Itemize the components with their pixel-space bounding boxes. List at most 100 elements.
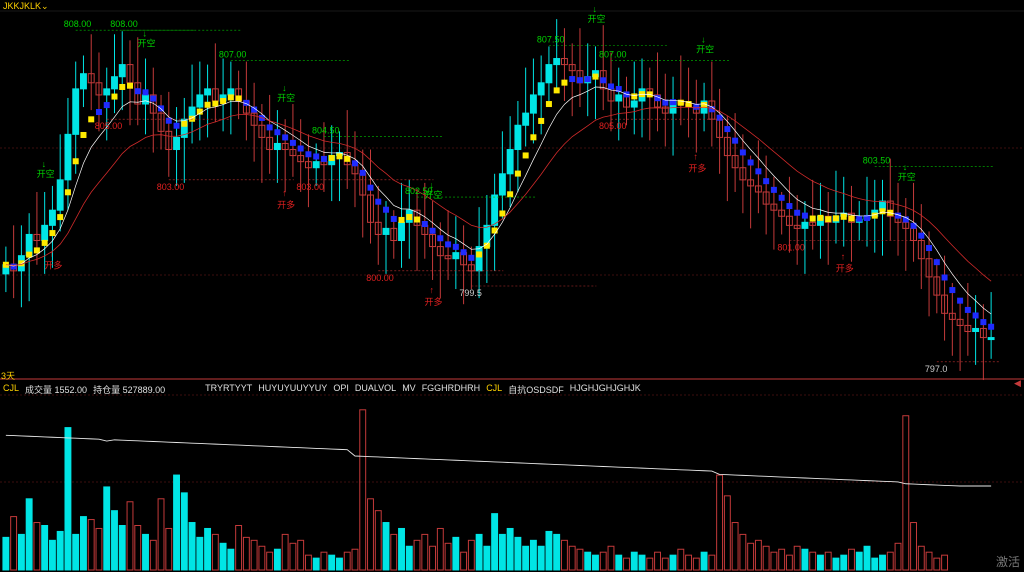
high-price-label: 808.00 <box>64 19 92 29</box>
trend-dot <box>538 117 545 124</box>
volume-bar <box>933 557 941 571</box>
trend-dot <box>103 102 110 109</box>
futures-chart-window[interactable]: 808.00 808.00 807.00 807.50 807.00 804.50 802.… <box>0 0 1024 572</box>
volume-bar <box>483 545 491 571</box>
trend-dot <box>848 215 855 222</box>
trend-dot <box>88 116 95 123</box>
trend-dot <box>142 89 149 96</box>
volume-bar <box>180 492 188 571</box>
trend-dot <box>584 76 591 83</box>
volume-bar <box>863 545 871 571</box>
down-arrow-icon: ↓ <box>701 34 706 44</box>
volume-readout: 成交量 1552.00 <box>25 385 88 395</box>
trend-dot <box>445 241 452 248</box>
trend-dot <box>134 88 141 95</box>
trend-dot <box>181 120 188 127</box>
volume-bar <box>669 554 677 571</box>
trend-dot <box>421 220 428 227</box>
trend-dot <box>297 145 304 152</box>
indicator-toolbar[interactable]: CJL 成交量 1552.00 持仓量 527889.00 TRYRTYYT H… <box>3 383 641 396</box>
indicator-tab[interactable]: HJGHJGHJGHJK <box>570 383 641 396</box>
trend-dot <box>755 168 762 175</box>
volume-bar <box>390 533 398 571</box>
volume-bar <box>103 486 111 571</box>
volume-bar <box>770 551 778 571</box>
symbol-selector[interactable]: JKKJKLK⌄ <box>3 1 49 12</box>
volume-bar <box>258 545 266 571</box>
indicator-tab[interactable]: FGGHRDHRH <box>422 383 481 396</box>
low-price-label: 800.00 <box>366 273 394 283</box>
volume-bar <box>25 498 33 571</box>
trend-dot <box>406 214 413 221</box>
chart-canvas[interactable]: 808.00 808.00807.00807.50807.00804.50802.… <box>0 0 1024 572</box>
indicator-name[interactable]: CJL <box>3 383 19 396</box>
trend-dot <box>305 151 312 158</box>
volume-bar <box>72 533 80 571</box>
volume-bar <box>910 522 917 571</box>
trend-dot <box>561 79 568 86</box>
up-arrow-icon: ↑ <box>693 152 698 162</box>
low-price-label: 805.00 <box>95 121 123 131</box>
volume-bar <box>304 554 312 571</box>
trend-dot <box>832 215 839 222</box>
open-short-signal: 开空 <box>37 168 55 179</box>
trend-dot <box>522 152 529 159</box>
volume-bar <box>630 551 638 571</box>
watermark-text: 激活 <box>995 555 1020 569</box>
trend-dot <box>266 124 273 131</box>
open-long-signal: 开多 <box>836 263 854 274</box>
trend-dot <box>988 323 995 330</box>
high-price-label: 807.50 <box>537 34 565 44</box>
indicator-tab[interactable]: HUYUYUUYYUY <box>258 383 327 396</box>
indicator-tab[interactable]: 自抗OSDSDF <box>508 383 564 396</box>
volume-bar <box>157 498 165 571</box>
indicator-tab[interactable]: OPI <box>333 383 349 396</box>
trend-dot <box>514 170 521 177</box>
trend-dot <box>274 129 281 136</box>
trend-dot <box>173 122 180 129</box>
volume-bar <box>537 545 545 571</box>
trend-dot <box>158 105 165 112</box>
trend-dot <box>763 178 770 185</box>
volume-bar <box>2 536 10 571</box>
indicator-tab-active[interactable]: CJL <box>486 383 502 396</box>
volume-bar <box>211 533 219 571</box>
low-price-label: 803.00 <box>296 182 324 192</box>
trend-dot <box>662 99 669 106</box>
volume-bar <box>498 533 506 571</box>
trend-dot <box>926 245 933 252</box>
candle-body <box>452 252 460 260</box>
up-arrow-icon: ↑ <box>49 249 54 259</box>
volume-bar <box>398 527 405 571</box>
indicator-tab[interactable]: TRYRTYYT <box>205 383 252 396</box>
volume-bar <box>778 548 786 571</box>
high-price-label: 808.00 <box>110 19 138 29</box>
volume-bar <box>654 551 661 571</box>
volume-bar <box>33 522 41 571</box>
candle-body <box>103 88 111 96</box>
candle-body <box>173 136 180 151</box>
symbol-label: JKKJKLK <box>3 1 42 11</box>
volume-bar <box>56 530 64 571</box>
up-arrow-icon: ↑ <box>430 285 435 295</box>
volume-bar <box>599 551 607 571</box>
trend-dot <box>95 109 102 116</box>
low-price-label: 799.5 <box>459 288 482 298</box>
volume-bar <box>436 527 444 571</box>
candle-body <box>64 133 72 181</box>
candle-body <box>80 73 87 90</box>
trend-dot <box>212 100 219 107</box>
volume-bar <box>832 557 840 571</box>
volume-bar <box>754 539 762 571</box>
trend-dot <box>49 230 56 237</box>
trend-dot <box>119 83 126 90</box>
volume-bar <box>87 519 95 571</box>
indicator-tab[interactable]: MV <box>402 383 416 396</box>
open-short-signal: 开空 <box>898 171 916 182</box>
volume-bar <box>235 525 243 571</box>
trend-dot <box>398 216 405 223</box>
indicator-tab[interactable]: DUALVOL <box>355 383 396 396</box>
chevron-down-icon[interactable]: ⌄ <box>41 1 49 11</box>
trend-dot <box>437 235 444 242</box>
volume-bar <box>250 539 258 571</box>
